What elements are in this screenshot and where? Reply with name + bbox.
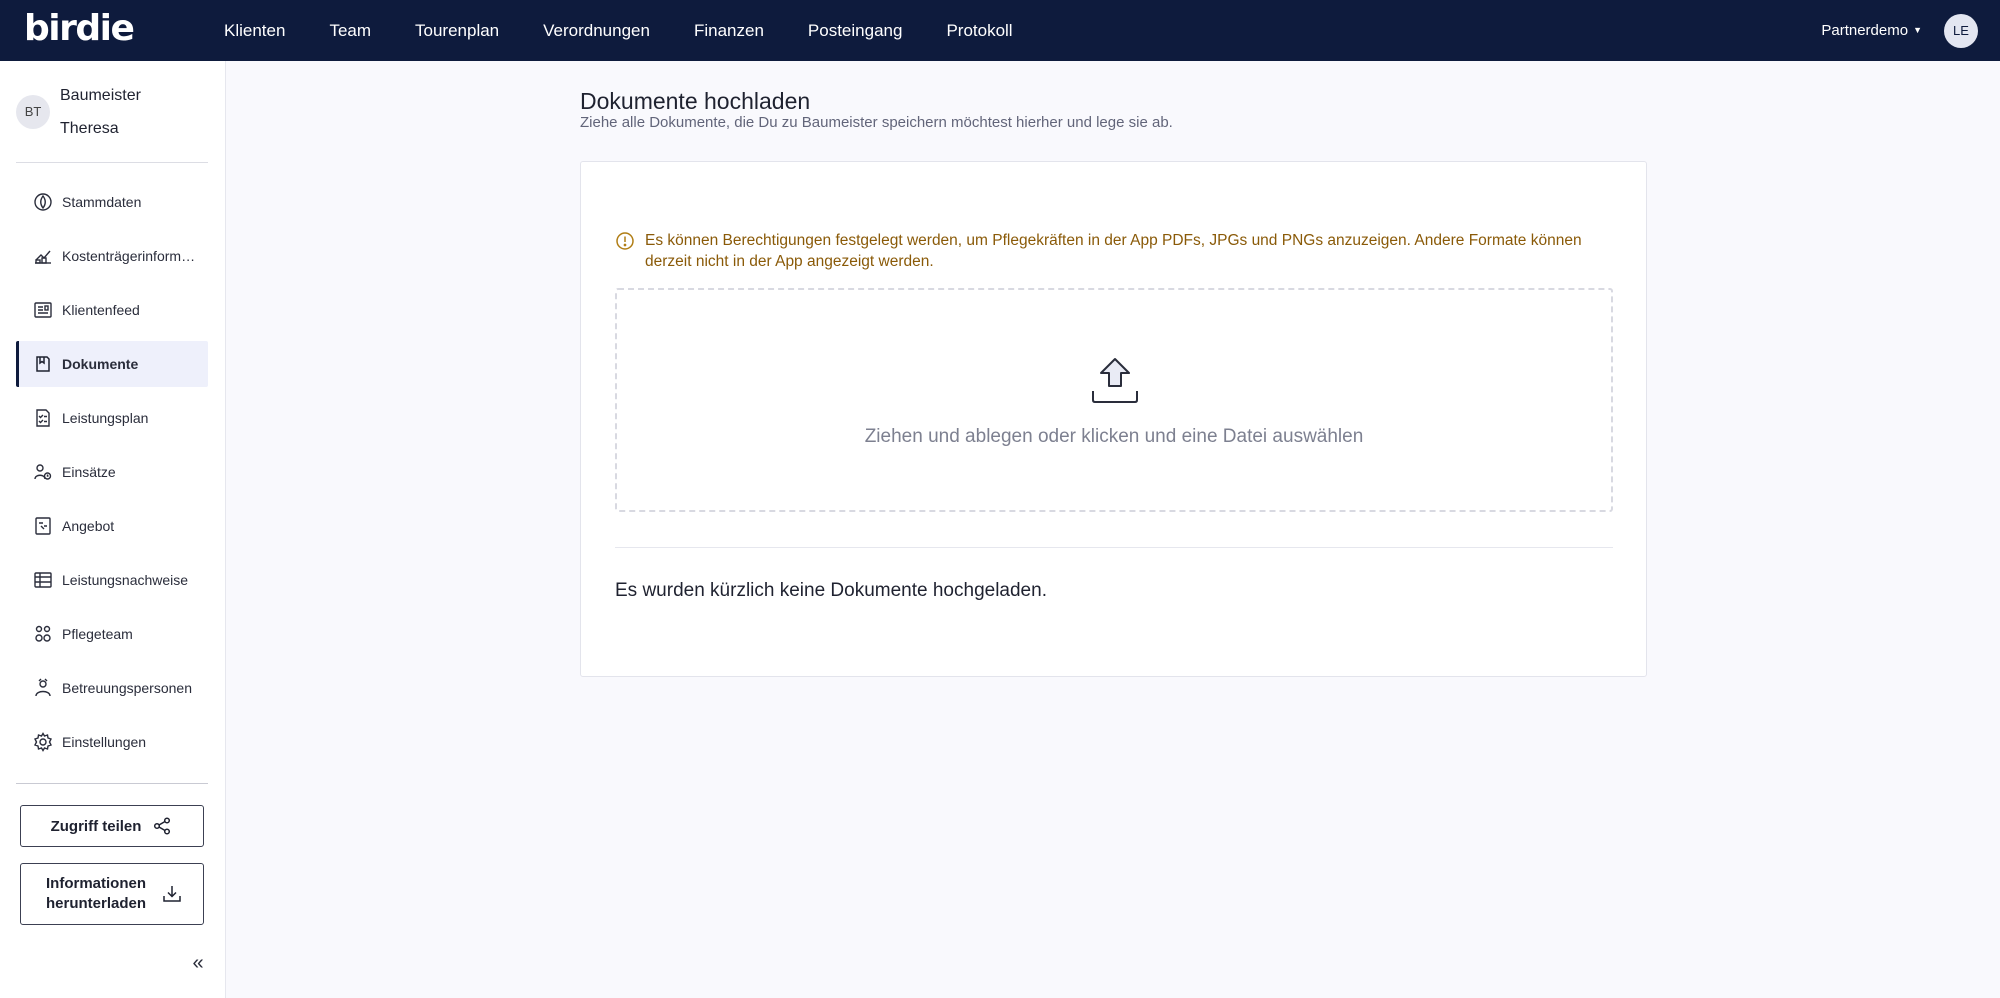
download-icon <box>161 883 183 905</box>
user-avatar[interactable]: LE <box>1944 14 1978 48</box>
download-info-label: Informationen herunterladen <box>45 875 147 912</box>
upload-icon <box>1092 358 1138 403</box>
share-icon <box>151 815 173 837</box>
sidebar-item-dokumente[interactable]: Dokumente <box>16 341 208 387</box>
sidebar-item-einsaetze[interactable]: Einsätze <box>16 449 208 495</box>
warning-icon <box>616 232 634 250</box>
sidebar-divider <box>16 783 208 784</box>
partner-dropdown[interactable]: Partnerdemo ▼ <box>1821 0 1922 61</box>
table-icon <box>32 569 54 591</box>
offer-icon <box>32 515 54 537</box>
sidebar-menu: Stammdaten Kostenträgerinformationen Kli… <box>16 179 208 773</box>
sidebar-divider <box>16 162 208 163</box>
sidebar-item-label: Betreuungspersonen <box>62 680 192 696</box>
client-sidebar: BT Baumeister Theresa Stammdaten Kostent… <box>0 61 226 998</box>
sidebar-item-leistungsnachweise[interactable]: Leistungsnachweise <box>16 557 208 603</box>
gear-icon <box>32 731 54 753</box>
sidebar-item-einstellungen[interactable]: Einstellungen <box>16 719 208 765</box>
cost-bearer-icon <box>32 245 54 267</box>
assignments-icon <box>32 461 54 483</box>
page-subtitle: Ziehe alle Dokumente, die Du zu Baumeist… <box>580 114 1173 131</box>
format-warning: Es können Berechtigungen festgelegt werd… <box>615 230 1615 272</box>
sidebar-item-label: Pflegeteam <box>62 626 133 642</box>
top-navigation-bar: birdie Klienten Team Tourenplan Verordnu… <box>0 0 2000 61</box>
sidebar-item-label: Leistungsplan <box>62 410 149 426</box>
card-divider <box>615 547 1613 548</box>
main-nav: Klienten Team Tourenplan Verordnungen Fi… <box>202 0 1035 61</box>
sidebar-item-klientenfeed[interactable]: Klientenfeed <box>16 287 208 333</box>
partner-label: Partnerdemo <box>1821 22 1909 39</box>
documents-icon <box>32 353 54 375</box>
sidebar-item-label: Klientenfeed <box>62 302 140 318</box>
sidebar-item-label: Stammdaten <box>62 194 142 210</box>
nav-item-protokoll[interactable]: Protokoll <box>924 0 1034 61</box>
sidebar-item-kostentraeger[interactable]: Kostenträgerinformationen <box>16 233 208 279</box>
nav-item-verordnungen[interactable]: Verordnungen <box>521 0 672 61</box>
sidebar-item-label: Kostenträgerinformationen <box>62 248 196 264</box>
sidebar-item-stammdaten[interactable]: Stammdaten <box>16 179 208 225</box>
sidebar-item-betreuungspersonen[interactable]: Betreuungspersonen <box>16 665 208 711</box>
collapse-sidebar-icon[interactable]: « <box>188 953 208 973</box>
share-access-button[interactable]: Zugriff teilen <box>20 805 204 847</box>
nav-item-posteingang[interactable]: Posteingang <box>786 0 925 61</box>
sidebar-item-label: Einstellungen <box>62 734 147 750</box>
format-warning-text: Es können Berechtigungen festgelegt werd… <box>645 232 1582 270</box>
caregivers-icon <box>32 677 54 699</box>
download-info-button[interactable]: Informationen herunterladen <box>20 863 204 925</box>
sidebar-item-angebot[interactable]: Angebot <box>16 503 208 549</box>
dropzone-text: Ziehen und ablegen oder klicken und eine… <box>864 426 1364 447</box>
nav-item-finanzen[interactable]: Finanzen <box>672 0 786 61</box>
empty-state-text: Es wurden kürzlich keine Dokumente hochg… <box>615 580 1047 601</box>
page-title: Dokumente hochladen <box>580 88 811 114</box>
sidebar-item-leistungsplan[interactable]: Leistungsplan <box>16 395 208 441</box>
nav-item-klienten[interactable]: Klienten <box>202 0 307 61</box>
sidebar-item-pflegeteam[interactable]: Pflegeteam <box>16 611 208 657</box>
upload-card: Es können Berechtigungen festgelegt werd… <box>580 161 1647 677</box>
caret-down-icon: ▼ <box>1913 25 1922 35</box>
client-name: Baumeister Theresa <box>60 87 141 137</box>
share-access-label: Zugriff teilen <box>50 817 142 835</box>
care-team-icon <box>32 623 54 645</box>
feed-icon <box>32 299 54 321</box>
master-data-icon <box>32 191 54 213</box>
sidebar-item-label: Dokumente <box>62 356 139 372</box>
sidebar-item-label: Einsätze <box>62 464 116 480</box>
birdie-logo[interactable]: birdie <box>24 8 135 49</box>
nav-item-team[interactable]: Team <box>307 0 393 61</box>
service-plan-icon <box>32 407 54 429</box>
client-header: BT Baumeister Theresa <box>16 79 208 145</box>
sidebar-item-label: Leistungsnachweise <box>62 572 189 588</box>
file-dropzone[interactable]: Ziehen und ablegen oder klicken und eine… <box>615 288 1613 512</box>
client-avatar: BT <box>16 95 50 129</box>
sidebar-item-label: Angebot <box>62 518 115 534</box>
nav-item-tourenplan[interactable]: Tourenplan <box>393 0 521 61</box>
